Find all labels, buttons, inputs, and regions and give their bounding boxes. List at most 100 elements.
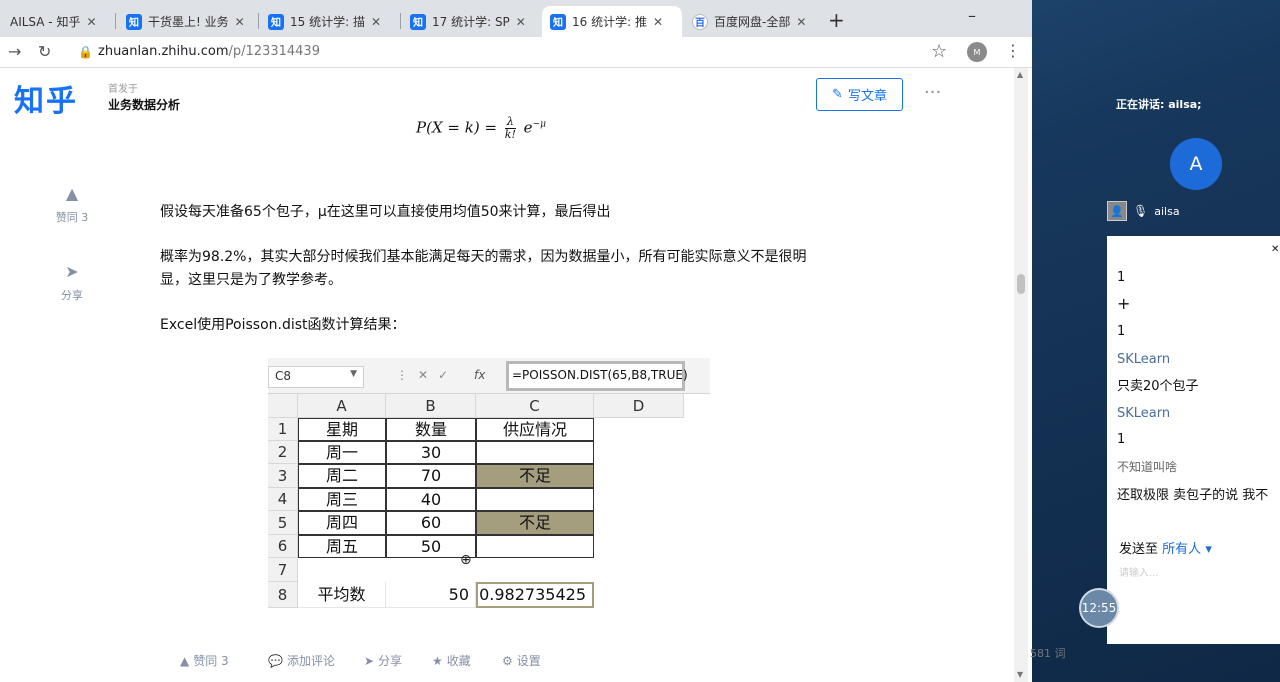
browser-menu-icon[interactable]: ⋮	[1005, 41, 1021, 60]
write-article-button[interactable]: ✎ 写文章	[816, 78, 903, 111]
cell-b4: 40	[386, 488, 476, 511]
speaker-avatar: A	[1170, 138, 1222, 190]
tab-ailsa[interactable]: AILSA - 知乎 ✕	[2, 6, 112, 37]
participant-row[interactable]: 👤 🎙 ailsa	[1107, 200, 1180, 222]
settings-button[interactable]: ⚙ 设置	[502, 652, 541, 669]
formula-bar-buttons-icon: ⋮✕✓	[396, 368, 459, 382]
scroll-up-icon[interactable]: ▲	[1017, 70, 1023, 79]
zoom-in-cursor-icon: ⊕	[460, 552, 472, 568]
share-button[interactable]: ➤ 分享	[364, 652, 402, 669]
tab-stat-15[interactable]: 知 15 统计学: 描 ✕	[260, 6, 398, 37]
microphone-icon[interactable]: 🎙	[1133, 204, 1148, 218]
address-bar: → ↻ 🔒 zhuanlan.zhihu.com/p/123314439 ☆ M…	[0, 37, 1032, 68]
send-to-label: 发送至	[1119, 542, 1159, 557]
paragraph-1: 假设每天准备65个包子，μ在这里可以直接使用均值50来计算，最后得出	[160, 204, 611, 220]
upvote-icon: ▲	[180, 654, 190, 668]
tab-title: AILSA - 知乎	[10, 15, 81, 29]
baidu-favicon-icon: 百	[692, 13, 708, 30]
side-like-label: 赞同 3	[55, 211, 89, 224]
article-page: 知乎 首发于 业务数据分析 ✎ 写文章 ··· P(X = k) = λ k! …	[0, 68, 1032, 682]
tab-stat-17[interactable]: 知 17 统计学: SP ✕	[402, 6, 540, 37]
row-header: 6	[268, 535, 298, 558]
zhihu-favicon-icon: 知	[126, 13, 142, 30]
formula-input: =POISSON.DIST(65,B8,TRUE)	[506, 361, 688, 391]
zhihu-favicon-icon: 知	[268, 13, 284, 30]
lock-icon[interactable]: 🔒	[78, 45, 93, 59]
tab-ganhuo[interactable]: 知 干货墨上! 业务 ✕	[118, 6, 256, 37]
row-header: 5	[268, 511, 298, 535]
formula-fraction: λ k!	[504, 116, 516, 141]
close-icon[interactable]: ✕	[516, 15, 526, 29]
zhihu-logo[interactable]: 知乎	[14, 76, 78, 120]
tab-stat-16[interactable]: 知 16 统计学: 推 ✕	[542, 6, 682, 37]
url-host: zhuanlan.zhihu.com	[98, 44, 229, 59]
side-share-button[interactable]: ➤ 分享	[52, 262, 92, 303]
fx-icon: fx	[474, 368, 486, 382]
poisson-formula: P(X = k) = λ k! e−μ	[416, 116, 546, 141]
share-plane-icon: ➤	[65, 262, 79, 281]
chat-message: +	[1117, 294, 1131, 313]
chevron-down-icon: ▼	[350, 369, 357, 379]
like-button[interactable]: ▲ 赞同 3	[180, 652, 229, 669]
cell-a8: 平均数	[298, 582, 386, 608]
tab-title: 百度网盘-全部	[714, 15, 791, 29]
cell-c5: 不足	[476, 511, 594, 535]
favorite-label: 收藏	[446, 654, 471, 668]
close-icon[interactable]: ✕	[235, 15, 245, 29]
new-tab-button[interactable]: +	[828, 8, 845, 32]
name-box-value: C8	[275, 369, 292, 383]
row-header: 1	[268, 418, 298, 441]
reload-icon[interactable]: ↻	[38, 42, 51, 61]
formula-rhs: e	[523, 118, 533, 137]
page-scrollbar[interactable]: ▲ ▼	[1014, 68, 1028, 682]
cell-b1: 数量	[386, 418, 476, 441]
url-field[interactable]: zhuanlan.zhihu.com/p/123314439	[98, 44, 320, 59]
speaking-indicator: 正在讲话: ailsa;	[1116, 98, 1202, 111]
favorite-button[interactable]: ★ 收藏	[432, 652, 471, 669]
chat-close-icon[interactable]: ✕	[1271, 244, 1279, 255]
more-options-icon[interactable]: ···	[924, 82, 941, 103]
close-icon[interactable]: ✕	[796, 15, 806, 29]
browser-window: AILSA - 知乎 ✕ 知 干货墨上! 业务 ✕ 知 15 统计学: 描 ✕ …	[0, 0, 1032, 682]
comment-button[interactable]: 💬 添加评论	[268, 652, 335, 669]
tab-title: 16 统计学: 推	[572, 15, 647, 29]
scroll-down-icon[interactable]: ▼	[1017, 670, 1023, 679]
scrollbar-thumb[interactable]	[1017, 274, 1025, 294]
formula-bar: C8 ▼ ⋮✕✓ fx =POISSON.DIST(65,B8,TRUE)	[268, 358, 710, 394]
chat-message: 1	[1117, 324, 1126, 339]
paragraph-2: 概率为98.2%，其实大部分时候我们基本能满足每天的需求，因为数据量小，所有可能…	[160, 249, 807, 288]
chat-message: 不知道叫啥	[1117, 460, 1178, 474]
side-share-label: 分享	[61, 289, 83, 302]
cell-c2	[476, 441, 594, 464]
cell-b5: 60	[386, 511, 476, 535]
upvote-icon: ▲	[65, 184, 79, 203]
close-icon[interactable]: ✕	[653, 15, 663, 29]
profile-avatar[interactable]: M	[967, 42, 987, 62]
column-header: A	[298, 394, 386, 418]
close-icon[interactable]: ✕	[371, 15, 381, 29]
close-icon[interactable]: ✕	[86, 15, 96, 29]
formula-exponent: −μ	[532, 119, 546, 130]
tab-baidu-pan[interactable]: 百 百度网盘-全部 ✕	[684, 6, 824, 37]
forward-icon[interactable]: →	[8, 42, 21, 61]
bookmark-star-icon[interactable]: ☆	[931, 41, 947, 62]
tab-title: 17 统计学: SP	[432, 15, 510, 29]
zhihu-favicon-icon: 知	[410, 13, 426, 30]
chevron-down-icon: ▾	[1205, 542, 1212, 557]
chat-sender: SKLearn	[1117, 352, 1171, 367]
cell-c3: 不足	[476, 464, 594, 488]
row-header: 4	[268, 488, 298, 511]
send-to-target[interactable]: 所有人	[1162, 542, 1201, 557]
tab-strip: AILSA - 知乎 ✕ 知 干货墨上! 业务 ✕ 知 15 统计学: 描 ✕ …	[0, 0, 1032, 37]
comment-icon: 💬	[268, 654, 283, 668]
chat-message: 1	[1117, 432, 1126, 447]
cell-c6	[476, 535, 594, 558]
row-header: 3	[268, 464, 298, 488]
chat-input[interactable]: 请输入...	[1119, 564, 1159, 579]
minimize-icon[interactable]: –	[968, 6, 976, 25]
star-icon: ★	[432, 654, 443, 668]
comment-label: 添加评论	[286, 654, 335, 668]
side-like-button[interactable]: ▲ 赞同 3	[52, 184, 92, 225]
send-to-selector[interactable]: 发送至 所有人 ▾	[1119, 538, 1212, 557]
column-name-link[interactable]: 业务数据分析	[108, 96, 180, 113]
